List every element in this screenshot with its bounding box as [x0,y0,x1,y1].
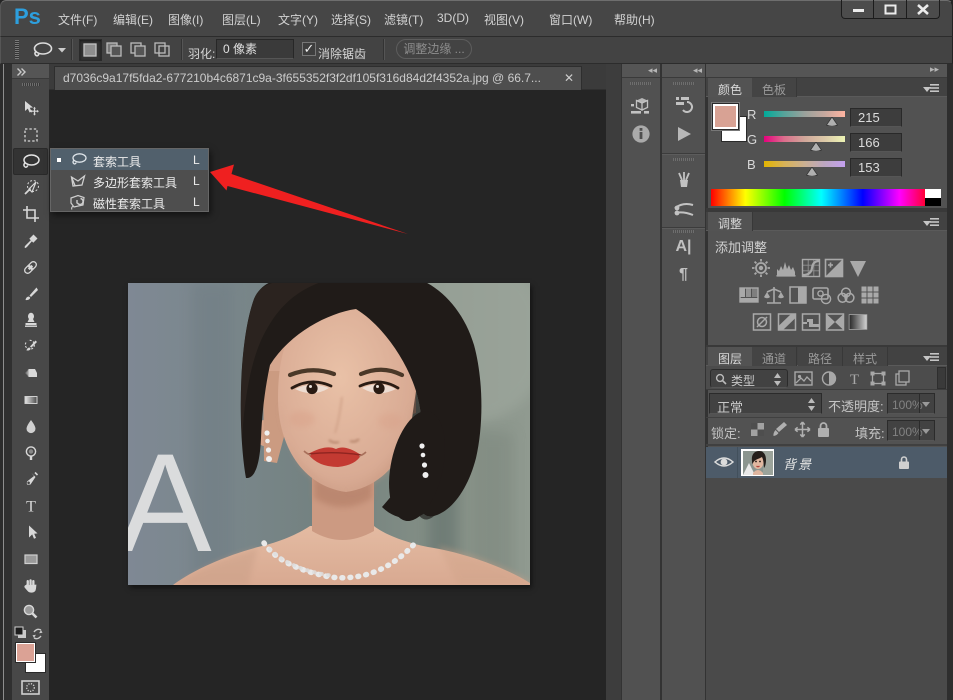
svg-text:T: T [850,372,859,388]
svg-text:T: T [26,498,36,514]
svg-text:A: A [128,424,212,581]
